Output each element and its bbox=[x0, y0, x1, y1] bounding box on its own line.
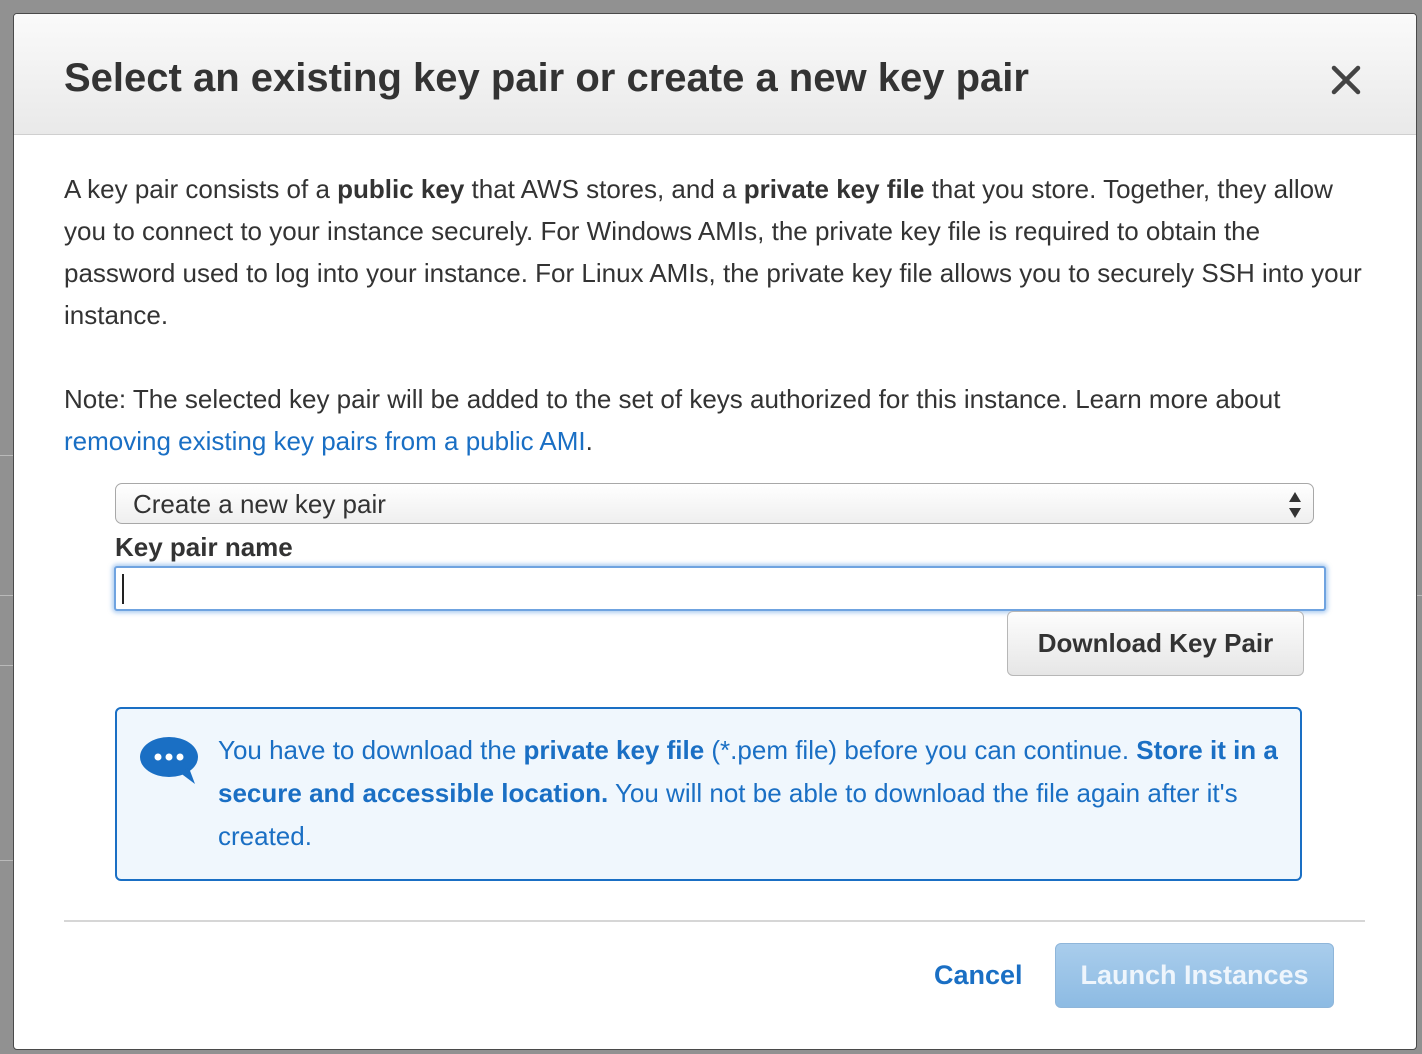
intro-text: A key pair consists of a bbox=[64, 174, 338, 204]
note-text: Note: The selected key pair will be adde… bbox=[64, 384, 1281, 414]
select-value: Create a new key pair bbox=[133, 489, 386, 519]
background-divider bbox=[0, 455, 13, 456]
select-arrows-icon bbox=[1289, 492, 1301, 518]
intro-bold-public-key: public key bbox=[337, 174, 465, 204]
info-alert: You have to download the private key fil… bbox=[115, 707, 1302, 881]
key-pair-option-select[interactable]: Create a new key pair bbox=[115, 483, 1314, 524]
dialog-title: Select an existing key pair or create a … bbox=[64, 56, 1029, 100]
dialog-header: Select an existing key pair or create a … bbox=[14, 14, 1416, 135]
background-divider bbox=[1417, 595, 1422, 596]
intro-bold-private-key-file: private key file bbox=[743, 174, 925, 204]
chat-bubble-icon bbox=[140, 737, 198, 784]
key-pair-dialog: Select an existing key pair or create a … bbox=[13, 13, 1417, 1050]
info-bold-private-key-file: private key file bbox=[523, 735, 705, 765]
cancel-button[interactable]: Cancel bbox=[934, 960, 1023, 991]
note-paragraph: Note: The selected key pair will be adde… bbox=[64, 378, 1374, 462]
key-pair-name-label: Key pair name bbox=[115, 532, 293, 562]
download-key-pair-button[interactable]: Download Key Pair bbox=[1007, 611, 1304, 676]
background-divider bbox=[0, 860, 13, 861]
info-text: You have to download the bbox=[218, 735, 524, 765]
footer-divider bbox=[64, 920, 1365, 922]
background-divider bbox=[0, 595, 13, 596]
info-message: You have to download the private key fil… bbox=[218, 729, 1288, 858]
background-divider bbox=[0, 665, 13, 666]
key-pair-name-input[interactable] bbox=[114, 566, 1326, 611]
intro-paragraph: A key pair consists of a public key that… bbox=[64, 168, 1374, 336]
removing-key-pairs-link[interactable]: removing existing key pairs from a publi… bbox=[64, 426, 586, 456]
launch-instances-button[interactable]: Launch Instances bbox=[1055, 943, 1334, 1008]
intro-text: that AWS stores, and a bbox=[464, 174, 744, 204]
note-text: . bbox=[585, 426, 593, 456]
close-icon bbox=[1331, 65, 1361, 95]
close-button[interactable] bbox=[1326, 60, 1366, 100]
text-caret bbox=[122, 574, 124, 604]
info-text: (*.pem file) before you can continue. bbox=[704, 735, 1137, 765]
